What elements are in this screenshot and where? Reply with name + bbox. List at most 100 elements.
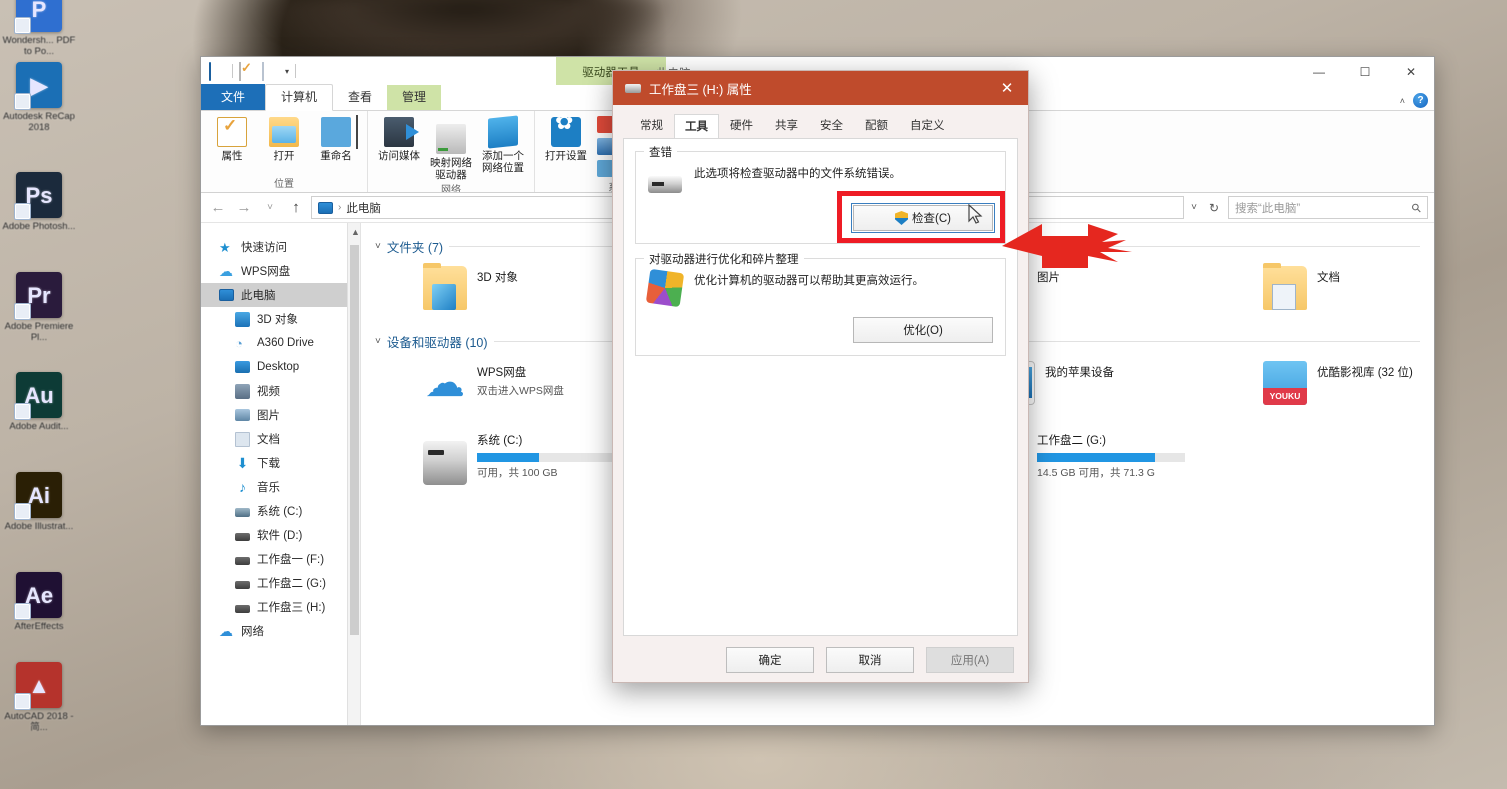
desktop-icon-audition[interactable]: Au Adobe Audit... (0, 372, 78, 432)
nav-item-8[interactable]: 文档 (201, 427, 360, 451)
item-name: 3D 对象 (477, 272, 518, 284)
collapse-ribbon-icon[interactable]: ˄ (1400, 96, 1405, 106)
item-name: 我的苹果设备 (1045, 367, 1114, 379)
ribbon-tab-file[interactable]: 文件 (201, 84, 266, 110)
nav-item-16[interactable]: ☁ 网络 (201, 619, 360, 643)
ribbon-tab-manage[interactable]: 管理 (387, 85, 442, 110)
illustrator-icon: Ai (14, 472, 62, 520)
optimize-button[interactable]: 优化(O) (853, 317, 993, 343)
nav-scroll-thumb[interactable] (350, 245, 359, 635)
ribbon-button-rename[interactable]: 重命名 (311, 114, 361, 175)
back-button[interactable]: ← (207, 199, 229, 216)
dialog-tab-0[interactable]: 常规 (629, 113, 674, 138)
ribbon-tab-view[interactable]: 查看 (333, 85, 387, 110)
chevron-down-icon[interactable]: ˅ (375, 241, 381, 252)
ribbon-button-map-drive[interactable]: 映射网络驱动器 (426, 114, 476, 181)
ribbon-button-open[interactable]: 打开 (259, 114, 309, 175)
recap-icon: ▶ (14, 62, 62, 110)
properties-icon[interactable] (239, 61, 256, 81)
ribbon-tab-computer[interactable]: 计算机 (265, 84, 334, 111)
nav-item-3[interactable]: 3D 对象 (201, 307, 360, 331)
after-effects-icon: Ae (14, 572, 62, 620)
nav-item-5[interactable]: Desktop (201, 355, 360, 379)
chevron-down-icon[interactable]: ▾ (285, 67, 289, 76)
desktop-icon-photoshop[interactable]: Ps Adobe Photosh... (0, 172, 78, 232)
cloud-icon: ☁ (219, 262, 233, 279)
nav-item-6[interactable]: 视频 (201, 379, 360, 403)
desktop-icon-label: Adobe Premiere Pl... (4, 321, 74, 343)
ribbon-button-label: 重命名 (320, 150, 352, 162)
nav-item-2[interactable]: 此电脑 (201, 283, 360, 307)
search-input[interactable]: 搜索“此电脑” ⚲ (1228, 196, 1428, 219)
item-tile[interactable]: 文档 (1259, 262, 1434, 328)
new-item-icon[interactable] (262, 61, 279, 81)
drive-icon (235, 533, 250, 541)
ribbon-button-open-settings[interactable]: 打开设置 (541, 114, 591, 179)
scroll-up-icon[interactable]: ▲ (351, 227, 360, 237)
ribbon-button-access-media[interactable]: 访问媒体 (374, 114, 424, 181)
nav-item-0[interactable]: ★ 快速访问 (201, 235, 360, 259)
dialog-tab-3[interactable]: 共享 (764, 113, 809, 138)
folder-overlay-icon (1272, 284, 1296, 310)
ribbon-button-properties[interactable]: 属性 (207, 114, 257, 175)
nav-item-10[interactable]: ♪ 音乐 (201, 475, 360, 499)
item-name: 系统 (C:) (477, 435, 523, 447)
this-pc-icon (318, 201, 333, 214)
nav-item-11[interactable]: 系统 (C:) (201, 499, 360, 523)
chevron-down-icon[interactable]: ˅ (375, 336, 381, 347)
dialog-tab-4[interactable]: 安全 (809, 113, 854, 138)
forward-button[interactable]: → (233, 199, 255, 216)
desktop-icon-label: AfterEffects (14, 621, 64, 632)
chevron-down-icon[interactable]: ˅ (1188, 202, 1200, 213)
nav-item-12[interactable]: 软件 (D:) (201, 523, 360, 547)
refresh-icon[interactable]: ↻ (1204, 201, 1224, 215)
system-drive-icon (235, 508, 250, 517)
monitor-icon[interactable] (209, 61, 226, 81)
defrag-icon (645, 268, 685, 308)
section-title: 设备和驱动器 (10) (386, 336, 488, 350)
breadcrumb-item-this-pc[interactable]: 此电脑 (346, 200, 381, 216)
ribbon-button-label: 添加一个网络位置 (482, 150, 524, 174)
desktop-icon-autocad[interactable]: ▲ AutoCAD 2018 - 简... (0, 662, 78, 733)
nav-item-13[interactable]: 工作盘一 (F:) (201, 547, 360, 571)
pictures-icon (235, 409, 250, 421)
item-tile[interactable]: 优酷影视库 (32 位) (1259, 357, 1434, 423)
desktop-icon-recap[interactable]: ▶ Autodesk ReCap 2018 (0, 62, 78, 133)
nav-item-7[interactable]: 图片 (201, 403, 360, 427)
dialog-tab-1[interactable]: 工具 (674, 114, 719, 139)
documents-icon (235, 431, 250, 447)
photoshop-icon: Ps (14, 172, 62, 220)
recent-locations-icon[interactable]: ˅ (259, 202, 281, 213)
ok-button[interactable]: 确定 (726, 647, 814, 673)
capacity-bar-fill (477, 453, 540, 462)
desktop-icon-pdf-converter[interactable]: P Wondersh... PDF to Po... (0, 0, 78, 57)
minimize-button[interactable]: — (1296, 57, 1342, 87)
dialog-tab-6[interactable]: 自定义 (899, 113, 956, 138)
maximize-button[interactable]: ☐ (1342, 57, 1388, 87)
nav-item-1[interactable]: ☁ WPS网盘 (201, 259, 360, 283)
access-media-icon (384, 117, 419, 147)
up-button[interactable]: ↑ (285, 199, 307, 216)
dialog-tab-5[interactable]: 配额 (854, 113, 899, 138)
nav-item-9[interactable]: ⬇ 下载 (201, 451, 360, 475)
ribbon-button-label: 打开设置 (545, 150, 587, 162)
nav-item-15[interactable]: 工作盘三 (H:) (201, 595, 360, 619)
nav-item-14[interactable]: 工作盘二 (G:) (201, 571, 360, 595)
nav-item-label: 文档 (257, 434, 280, 446)
dialog-inner: 常规 工具 硬件 共享 安全 配额 自定义 查错 此选项将检查驱动器中的文件系统错误。 检查… (613, 105, 1028, 684)
ribbon-button-label: 映射网络驱动器 (430, 157, 472, 181)
desktop-icon-premiere[interactable]: Pr Adobe Premiere Pl... (0, 272, 78, 343)
nav-scrollbar[interactable]: ▲ ▼ (347, 223, 360, 725)
desktop-icon-after-effects[interactable]: Ae AfterEffects (0, 572, 78, 632)
help-icon[interactable]: ? (1413, 93, 1428, 108)
wps-cloud-icon: ☁ (425, 361, 465, 405)
dialog-tab-2[interactable]: 硬件 (719, 113, 764, 138)
ribbon-group-network: 访问媒体 映射网络驱动器 添加一个网络位置 网络 (368, 111, 535, 192)
ribbon-button-add-network-location[interactable]: 添加一个网络位置 (478, 114, 528, 181)
close-button[interactable]: ✕ (1388, 57, 1434, 87)
cancel-button[interactable]: 取消 (826, 647, 914, 673)
apply-button[interactable]: 应用(A) (926, 647, 1014, 673)
nav-item-4[interactable]: ◔ A360 Drive (201, 331, 360, 355)
desktop-icon-illustrator[interactable]: Ai Adobe Illustrat... (0, 472, 78, 532)
dialog-close-button[interactable]: ✕ (986, 71, 1028, 105)
